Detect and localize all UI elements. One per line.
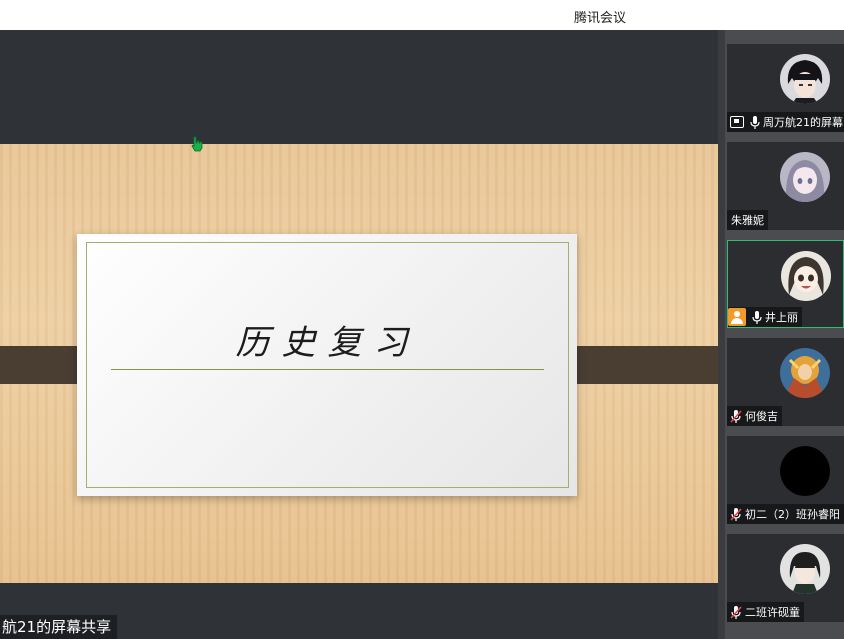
participant-name-bar: 初二（2）班孙睿阳 (727, 504, 844, 524)
microphone-icon (750, 115, 760, 129)
pointer-cursor-icon (191, 136, 203, 156)
participant-name: 何俊吉 (745, 410, 778, 423)
participant-name: 初二（2）班孙睿阳 (745, 508, 840, 521)
title-bar: 腾讯会议 (0, 0, 844, 30)
slide-title-underline (111, 369, 544, 370)
screen-share-area: 历史复习 (0, 30, 718, 639)
participant-name: 二班许砚童 (745, 606, 800, 619)
anime-girl-avatar (781, 251, 831, 301)
microphone-muted-icon (730, 605, 742, 619)
participant-name: 井上丽 (765, 311, 798, 324)
participant-tile[interactable]: 周万航21的屏幕 (727, 44, 844, 132)
anime-boy-avatar (780, 544, 830, 594)
participants-panel: 周万航21的屏幕 朱雅妮 井上丽 何俊吉 初二（2）班孙睿阳 二班许砚童 (718, 30, 844, 639)
microphone-icon (752, 310, 762, 324)
participant-name-bar: 周万航21的屏幕 (727, 112, 844, 132)
screen-share-icon (730, 116, 744, 128)
participant-tile[interactable]: 初二（2）班孙睿阳 (727, 436, 844, 524)
panel-scrollbar[interactable] (718, 30, 725, 639)
black-circle-avatar (780, 446, 830, 496)
participant-tile[interactable]: 何俊吉 (727, 338, 844, 426)
app-title: 腾讯会议 (574, 11, 627, 26)
screen-share-label: 航21的屏幕共享 (0, 615, 118, 639)
participant-name-bar: 井上丽 (728, 307, 802, 327)
participant-name-bar: 朱雅妮 (727, 210, 768, 230)
anime-girl-avatar (780, 152, 830, 202)
participant-name: 朱雅妮 (731, 214, 764, 227)
participant-tile[interactable]: 二班许砚童 (727, 534, 844, 622)
microphone-muted-icon (730, 409, 742, 423)
user-icon (728, 308, 746, 326)
shared-slide-background: 历史复习 (0, 144, 718, 583)
slide-card-frame: 历史复习 (86, 242, 569, 488)
anime-boy-avatar (780, 54, 830, 104)
participant-tile-active[interactable]: 井上丽 (727, 240, 844, 328)
slide-right-bar (560, 344, 718, 386)
slide-title: 历史复习 (235, 323, 420, 363)
participant-name: 周万航21的屏幕 (763, 116, 843, 129)
game-character-avatar (780, 348, 830, 398)
participant-name-bar: 何俊吉 (727, 406, 782, 426)
slide-card: 历史复习 (77, 234, 577, 496)
participant-name-bar: 二班许砚童 (727, 602, 804, 622)
participant-tile[interactable]: 朱雅妮 (727, 142, 844, 230)
microphone-muted-icon (730, 507, 742, 521)
